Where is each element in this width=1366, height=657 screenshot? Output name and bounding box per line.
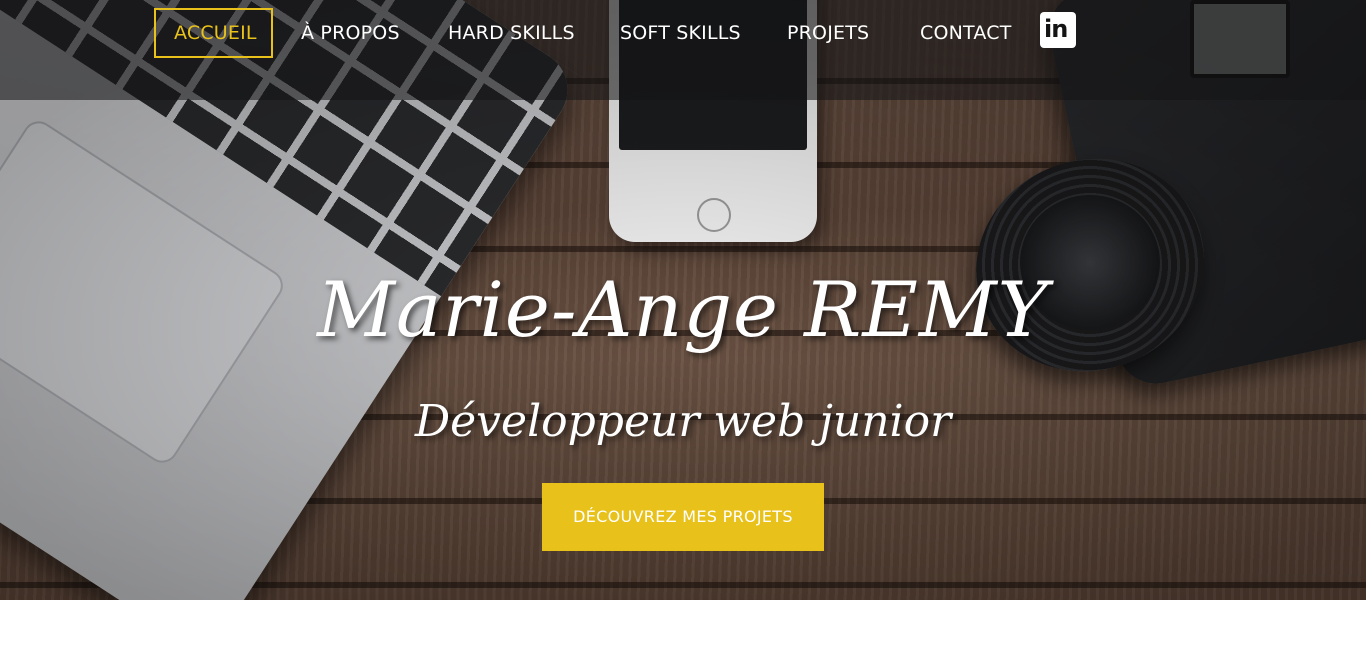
linkedin-icon[interactable]: in xyxy=(1040,12,1076,48)
nav-item-a-propos[interactable]: À PROPOS xyxy=(283,8,418,58)
top-navigation: ACCUEIL À PROPOS HARD SKILLS SOFT SKILLS… xyxy=(0,0,1366,100)
hero-title: Marie-Ange REMY xyxy=(317,265,1049,354)
nav-item-contact[interactable]: CONTACT xyxy=(902,8,1030,58)
discover-projects-button[interactable]: DÉCOUVREZ MES PROJETS xyxy=(542,483,824,551)
nav-item-accueil[interactable]: ACCUEIL xyxy=(154,8,273,58)
nav-item-hard-skills[interactable]: HARD SKILLS xyxy=(430,8,593,58)
nav-item-soft-skills[interactable]: SOFT SKILLS xyxy=(602,8,759,58)
hero-subtitle: Développeur web junior xyxy=(414,396,952,447)
linkedin-icon-text: in xyxy=(1044,15,1068,43)
nav-item-projets[interactable]: PROJETS xyxy=(769,8,887,58)
